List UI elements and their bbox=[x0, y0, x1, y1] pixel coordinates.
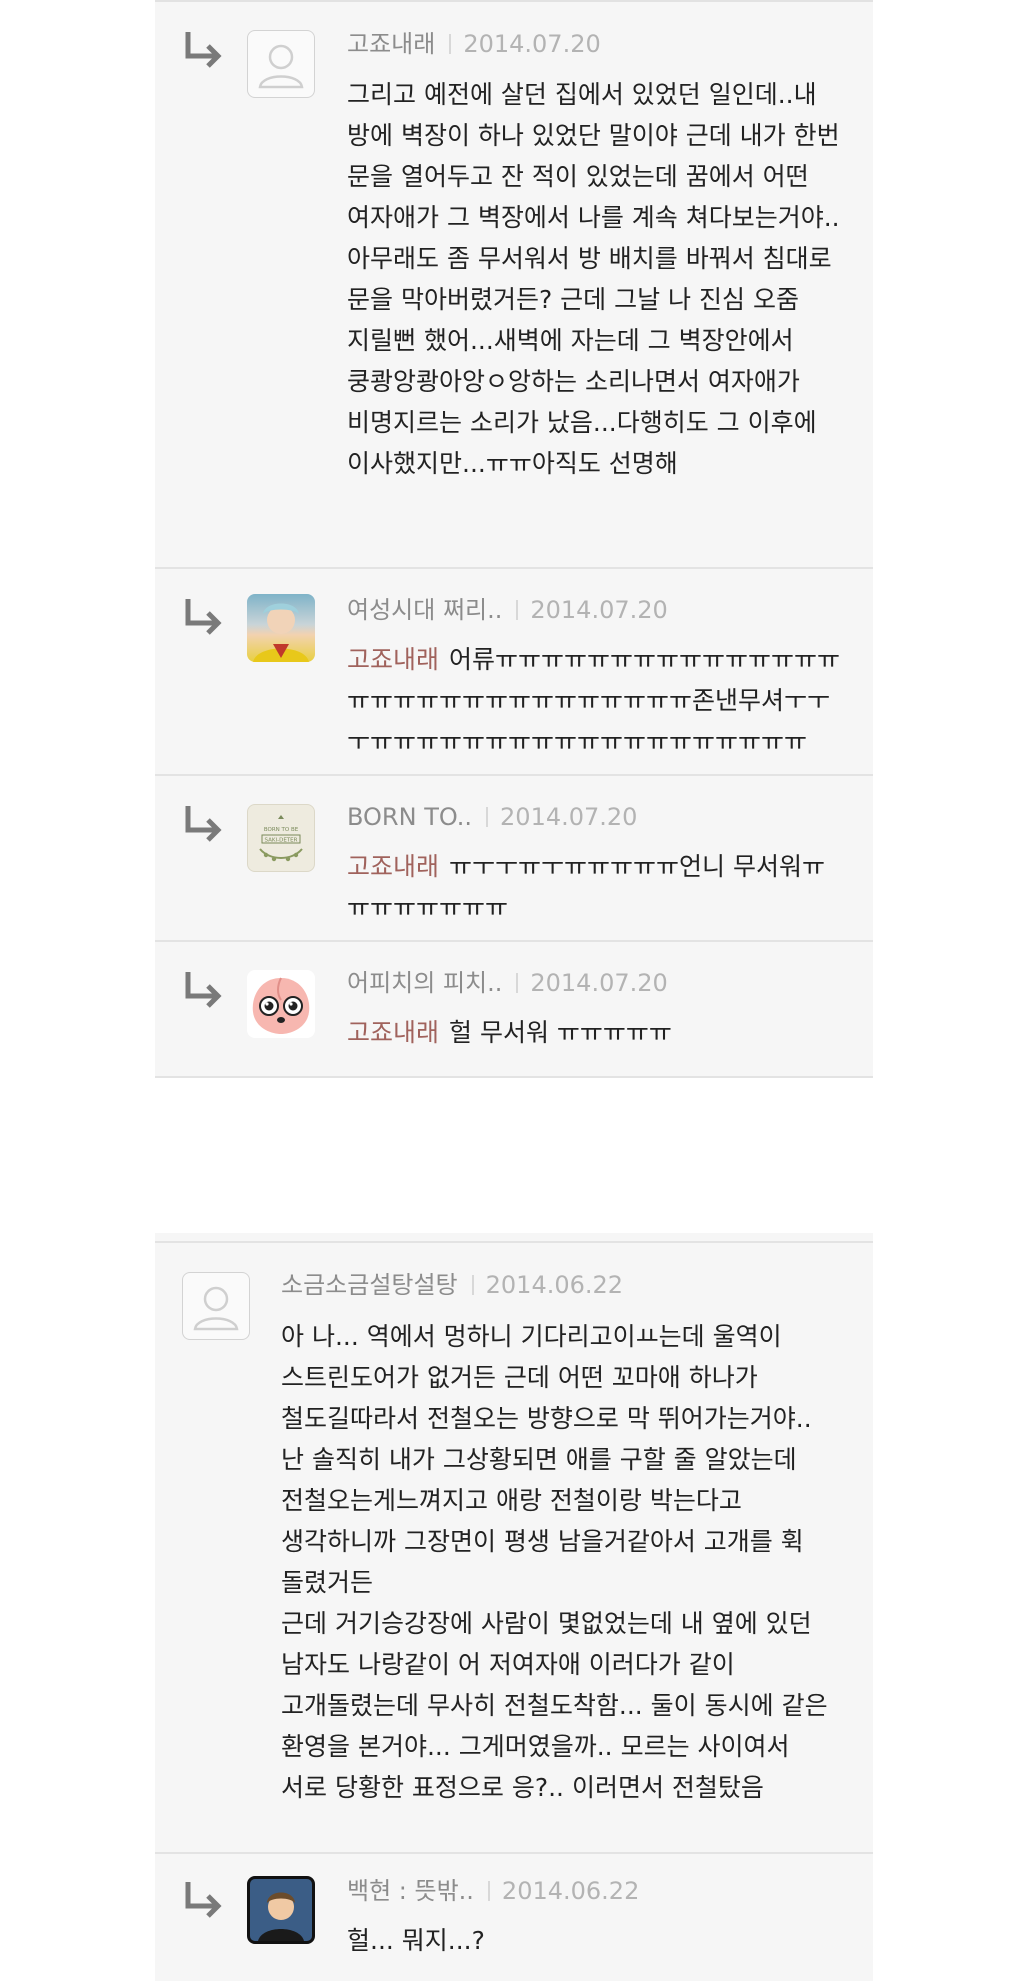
mention-tag[interactable]: 고죠내래 bbox=[347, 852, 439, 881]
author-name[interactable]: BORN TO.. bbox=[347, 803, 472, 831]
mention-tag[interactable]: 고죠내래 bbox=[347, 645, 439, 674]
avatar-peach[interactable] bbox=[247, 970, 315, 1038]
user-silhouette-icon bbox=[258, 44, 304, 89]
user-silhouette-icon bbox=[193, 1286, 239, 1331]
logo-text-bottom: SAKI-DETER bbox=[265, 838, 298, 844]
reply-arrow-icon bbox=[185, 806, 222, 842]
peach-character-icon bbox=[252, 977, 310, 1034]
comment-date: 2014.07.20 bbox=[463, 30, 601, 58]
avatar-default[interactable] bbox=[182, 1272, 250, 1340]
comment-date: 2014.07.20 bbox=[500, 803, 638, 831]
comment-meta: 어피치의 피치.. 2014.07.20 bbox=[347, 968, 668, 998]
profile-photo-icon bbox=[250, 1879, 312, 1941]
reply-item: 백현 : 뜻밖.. 2014.06.22 헐... 뭐지...? bbox=[155, 1852, 873, 1981]
author-name[interactable]: 어피치의 피치.. bbox=[347, 969, 502, 997]
ad-spacer bbox=[155, 1078, 873, 1233]
reply-item: 고죠내래 2014.07.20 그리고 예전에 살던 집에서 있었던 일인데..내… bbox=[155, 2, 873, 569]
comment-text: 고죠내래 어류ㅠㅠㅠㅠㅠㅠㅠㅠㅠㅠㅠㅠㅠㅠㅠㅠㅠㅠㅠㅠㅠㅠㅠㅠㅠㅠㅠㅠㅠㅠ존낸무셔… bbox=[347, 639, 847, 762]
comment-text: 그리고 예전에 살던 집에서 있었던 일인데..내 방에 벽장이 하나 있었단 … bbox=[347, 80, 840, 478]
comment-date: 2014.06.22 bbox=[501, 1877, 640, 1905]
comment-meta: 소금소금설탕설탕 2014.06.22 bbox=[281, 1270, 623, 1300]
profile-photo-icon bbox=[253, 603, 309, 662]
wreath-logo-icon: BORN TO BE SAKI-DETER bbox=[259, 815, 303, 862]
comment-date: 2014.07.20 bbox=[530, 596, 668, 624]
avatar-logo[interactable]: BORN TO BE SAKI-DETER bbox=[247, 804, 315, 872]
avatar-default[interactable] bbox=[247, 30, 315, 98]
comment-date: 2014.06.22 bbox=[485, 1271, 624, 1299]
comment-meta: 여성시대 쩌리.. 2014.07.20 bbox=[347, 595, 668, 625]
reply-arrow-icon bbox=[185, 972, 222, 1008]
avatar-photo[interactable] bbox=[247, 594, 315, 662]
reply-item: 여성시대 쩌리.. 2014.07.20 고죠내래 어류ㅠㅠㅠㅠㅠㅠㅠㅠㅠㅠㅠㅠㅠㅠ… bbox=[155, 569, 873, 776]
reply-arrow-icon bbox=[185, 599, 222, 635]
avatar-photo[interactable] bbox=[247, 1876, 315, 1944]
comment-meta: BORN TO.. 2014.07.20 bbox=[347, 802, 637, 832]
author-name[interactable]: 소금소금설탕설탕 bbox=[281, 1271, 458, 1299]
comment-text: 고죠내래 헐 무서워 ㅠㅠㅠㅠㅠ bbox=[347, 1012, 847, 1053]
comment-text: 헐... 뭐지...? bbox=[347, 1926, 485, 1955]
reply-item: BORN TO BE SAKI-DETER BORN TO.. 2014.07.2… bbox=[155, 776, 873, 942]
author-name[interactable]: 여성시대 쩌리.. bbox=[347, 596, 502, 624]
logo-text-top: BORN TO BE bbox=[264, 827, 299, 833]
author-name[interactable]: 백현 : 뜻밖.. bbox=[347, 1877, 474, 1905]
comment-date: 2014.07.20 bbox=[530, 969, 668, 997]
author-name[interactable]: 고죠내래 bbox=[347, 30, 435, 58]
mention-tag[interactable]: 고죠내래 bbox=[347, 1018, 439, 1047]
reply-arrow-icon bbox=[185, 32, 222, 68]
comment-item: 소금소금설탕설탕 2014.06.22 아 나... 역에서 멍하니 기다리고이ㅛ… bbox=[155, 1243, 873, 1854]
comment-paragraph: 근데 거기승강장에 사람이 몇없었는데 내 옆에 있던 남자도 나랑같이 어 저… bbox=[281, 1609, 828, 1802]
comment-paragraph: 아 나... 역에서 멍하니 기다리고이ㅛ는데 울역이 스트린도어가 없거든 근… bbox=[281, 1322, 812, 1597]
comment-meta: 백현 : 뜻밖.. 2014.06.22 bbox=[347, 1876, 639, 1906]
reply-arrow-icon bbox=[185, 1882, 222, 1918]
comment-body: 헐 무서워 ㅠㅠㅠㅠㅠ bbox=[449, 1018, 672, 1047]
comment-text: 아 나... 역에서 멍하니 기다리고이ㅛ는데 울역이 스트린도어가 없거든 근… bbox=[281, 1316, 841, 1808]
comment-text: 고죠내래 ㅠㅜㅜㅠㅜㅠㅠㅠㅠㅠ언니 무서워ㅠㅠㅠㅠㅠㅠㅠㅠ bbox=[347, 846, 847, 928]
comment-meta: 고죠내래 2014.07.20 bbox=[347, 29, 601, 59]
reply-item: 어피치의 피치.. 2014.07.20 고죠내래 헐 무서워 ㅠㅠㅠㅠㅠ bbox=[155, 942, 873, 1078]
